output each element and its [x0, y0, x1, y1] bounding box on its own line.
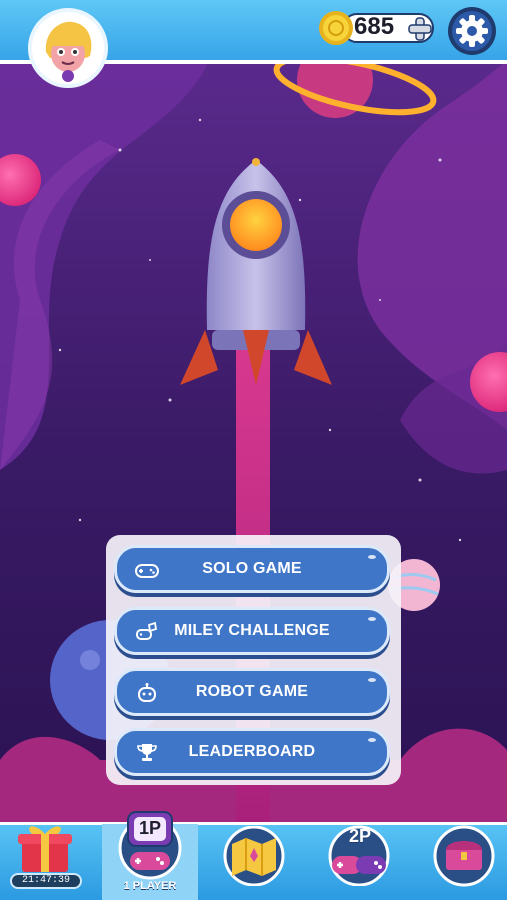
- chest-icon: [446, 841, 482, 870]
- coin-icon: [319, 11, 353, 45]
- gloss-highlight: [368, 555, 376, 559]
- gamepad-icon: [130, 852, 170, 870]
- gift-timer: 21:47:39: [10, 873, 82, 889]
- miley-challenge-button[interactable]: MILEY CHALLENGE: [114, 607, 390, 655]
- chest-tab[interactable]: [432, 824, 496, 888]
- robot-game-button[interactable]: ROBOT GAME: [114, 668, 390, 716]
- two-player-badge: 2P: [348, 826, 372, 846]
- gloss-highlight: [368, 678, 376, 682]
- gift-tab[interactable]: [14, 820, 76, 874]
- solo-game-label: SOLO GAME: [202, 560, 302, 577]
- gamepad-icon: [332, 856, 386, 874]
- profile-avatar[interactable]: [28, 8, 108, 88]
- add-coins-button[interactable]: [406, 15, 434, 43]
- map-tab[interactable]: [222, 826, 286, 886]
- settings-button[interactable]: [447, 6, 497, 56]
- gloss-highlight: [368, 738, 376, 742]
- coin-counter: 685: [318, 10, 436, 46]
- leaderboard-button[interactable]: LEADERBOARD: [114, 728, 390, 776]
- map-icon: [232, 838, 276, 876]
- coin-count: 685: [354, 13, 395, 40]
- gift-icon: [18, 826, 72, 872]
- one-player-badge: 1P: [138, 818, 162, 838]
- gloss-highlight: [368, 617, 376, 621]
- robot-game-label: ROBOT GAME: [195, 683, 309, 700]
- girl-avatar-icon: [32, 12, 104, 84]
- leaderboard-label: LEADERBOARD: [188, 743, 316, 760]
- solo-game-button[interactable]: SOLO GAME: [114, 545, 390, 593]
- one-player-tab[interactable]: [114, 804, 186, 880]
- one-player-label: 1 PLAYER: [123, 880, 177, 892]
- miley-challenge-label: MILEY CHALLENGE: [174, 622, 330, 639]
